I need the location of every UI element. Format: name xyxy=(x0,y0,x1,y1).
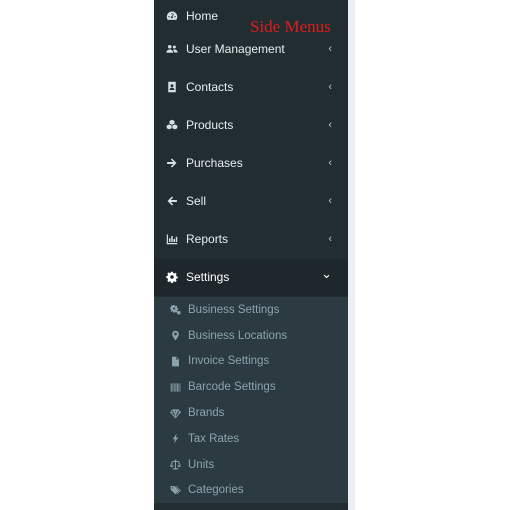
settings-submenu: Business Settings Business Locations Inv… xyxy=(154,297,348,504)
sidebar-item-contacts[interactable]: Contacts ‹ xyxy=(154,68,348,106)
chevron-left-icon: ‹ xyxy=(328,233,332,245)
sidebar-item-settings[interactable]: Settings ⌄ xyxy=(154,258,348,296)
gear-icon xyxy=(165,270,179,284)
chevron-left-icon: ‹ xyxy=(328,157,332,169)
sidebar-item-label: Settings xyxy=(186,270,230,284)
dashboard-icon xyxy=(165,9,179,23)
submenu-item-barcode-settings[interactable]: Barcode Settings xyxy=(154,374,348,400)
chevron-left-icon: ‹ xyxy=(328,43,332,55)
barcode-icon xyxy=(168,380,182,394)
content-edge xyxy=(348,0,355,510)
chevron-left-icon: ‹ xyxy=(328,195,332,207)
sidebar-item-label: Home xyxy=(186,9,219,23)
address-book-icon xyxy=(165,80,179,94)
submenu-item-business-locations[interactable]: Business Locations xyxy=(154,323,348,349)
chevron-down-icon: ⌄ xyxy=(321,265,332,281)
submenu-item-label: Brands xyxy=(188,407,225,420)
sidebar-menu: Home User Management ‹ Contacts ‹ Produc… xyxy=(154,0,348,296)
sidebar-item-label: Contacts xyxy=(186,80,234,94)
diamond-icon xyxy=(168,406,182,420)
cubes-icon xyxy=(165,118,179,132)
sidebar-item-reports[interactable]: Reports ‹ xyxy=(154,220,348,258)
arrow-right-icon xyxy=(165,156,179,170)
users-icon xyxy=(165,42,179,56)
chevron-left-icon: ‹ xyxy=(328,81,332,93)
tags-icon xyxy=(168,483,182,497)
submenu-item-label: Categories xyxy=(188,484,244,497)
submenu-item-units[interactable]: Units xyxy=(154,452,348,478)
sidebar: Home User Management ‹ Contacts ‹ Produc… xyxy=(154,0,348,510)
balance-scale-icon xyxy=(168,458,182,472)
submenu-item-label: Business Locations xyxy=(188,329,288,342)
sidebar-item-label: Reports xyxy=(186,232,229,246)
submenu-item-brands[interactable]: Brands xyxy=(154,400,348,426)
chevron-left-icon: ‹ xyxy=(328,119,332,131)
submenu-item-categories[interactable]: Categories xyxy=(154,478,348,504)
submenu-item-invoice-settings[interactable]: Invoice Settings xyxy=(154,349,348,375)
file-icon xyxy=(168,354,182,368)
submenu-item-label: Units xyxy=(188,458,215,471)
submenu-item-label: Barcode Settings xyxy=(188,381,276,394)
sidebar-item-label: Purchases xyxy=(186,156,243,170)
sidebar-item-products[interactable]: Products ‹ xyxy=(154,106,348,144)
sidebar-item-label: User Management xyxy=(186,42,285,56)
annotation-label: Side Menus xyxy=(250,17,331,36)
submenu-item-business-settings[interactable]: Business Settings xyxy=(154,297,348,323)
submenu-item-label: Business Settings xyxy=(188,303,280,316)
bar-chart-icon xyxy=(165,232,179,246)
sidebar-item-label: Sell xyxy=(186,194,207,208)
arrow-left-icon xyxy=(165,194,179,208)
bolt-icon xyxy=(168,432,182,446)
sidebar-item-label: Products xyxy=(186,118,234,132)
sidebar-item-purchases[interactable]: Purchases ‹ xyxy=(154,144,348,182)
map-marker-icon xyxy=(168,329,182,343)
cogs-icon xyxy=(168,303,182,317)
submenu-item-label: Tax Rates xyxy=(188,432,240,445)
submenu-item-label: Invoice Settings xyxy=(188,355,270,368)
submenu-item-tax-rates[interactable]: Tax Rates xyxy=(154,426,348,452)
sidebar-item-sell[interactable]: Sell ‹ xyxy=(154,182,348,220)
